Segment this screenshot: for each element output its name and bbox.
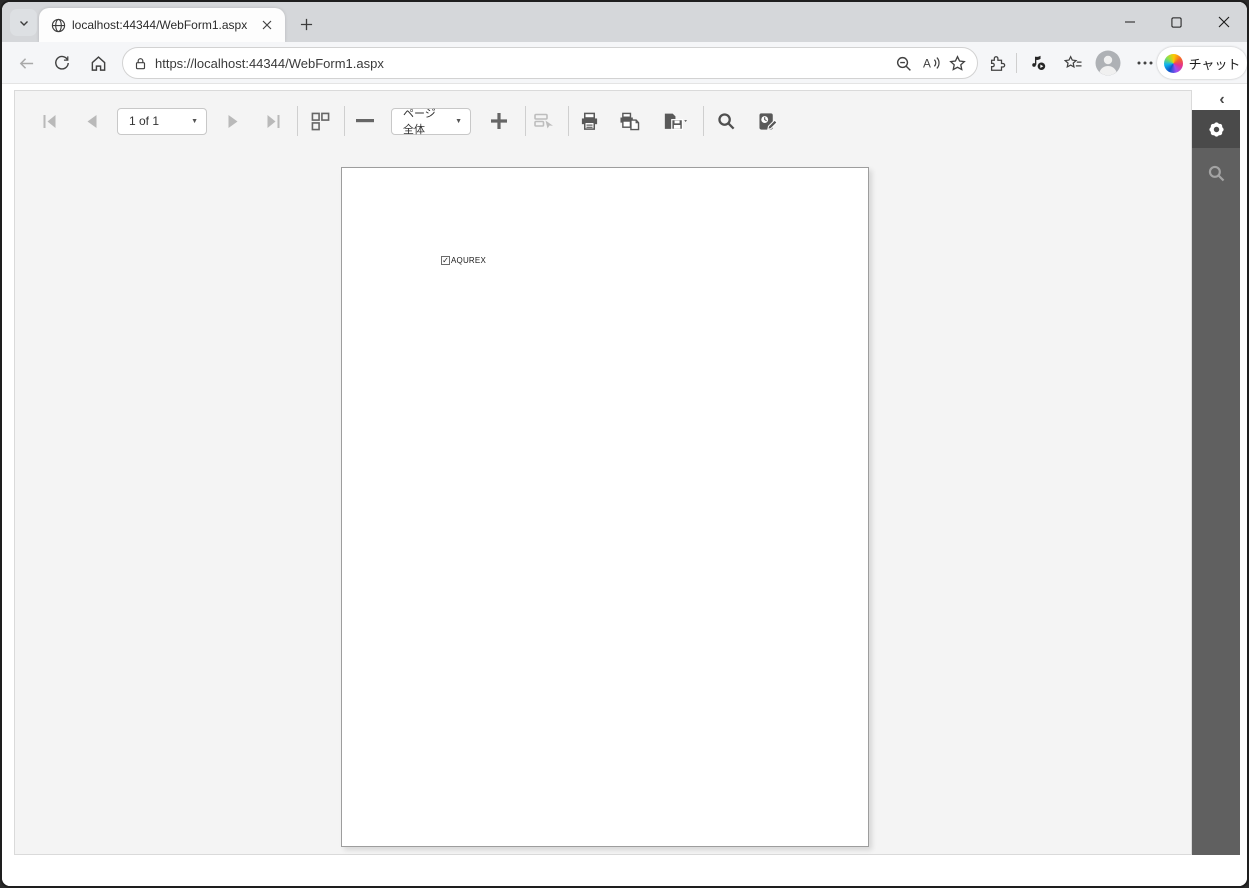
print-button[interactable] <box>577 109 601 133</box>
chevron-down-icon <box>18 17 30 29</box>
select-cursor-icon <box>534 112 554 130</box>
toolbar-separator <box>568 106 569 136</box>
minimize-button[interactable] <box>1106 2 1153 42</box>
zoom-mode-value: ページ全体 <box>403 108 436 136</box>
checkbox-checked-icon: ✓ <box>441 256 450 265</box>
printer-icon <box>580 112 599 131</box>
previous-page-button[interactable] <box>79 109 103 133</box>
refresh-button[interactable] <box>48 49 76 77</box>
close-window-button[interactable] <box>1200 2 1247 42</box>
report-field-row: ✓ AQUREX <box>441 256 486 265</box>
back-button[interactable] <box>12 49 40 77</box>
printer-page-icon <box>619 112 640 131</box>
svg-text:A: A <box>922 57 930 71</box>
zoom-mode-dropdown[interactable]: ページ全体 ▼ <box>391 107 471 136</box>
puzzle-icon <box>988 54 1006 72</box>
toolbar-separator <box>703 106 704 136</box>
window-controls <box>1106 2 1247 42</box>
toolbar-separator <box>344 106 345 136</box>
page-content: 1 of 1 ▼ ページ全体 ▼ ✓ AQUREX ‹ <box>2 84 1247 886</box>
page-number-dropdown[interactable]: 1 of 1 ▼ <box>117 107 207 135</box>
viewer-sidebar <box>1192 110 1240 855</box>
first-page-button[interactable] <box>37 109 61 133</box>
settings-menu-button[interactable] <box>1131 49 1159 77</box>
magnifier-minus-icon <box>895 55 912 72</box>
search-icon <box>717 112 736 131</box>
last-page-button[interactable] <box>261 109 285 133</box>
sidebar-item-search[interactable] <box>1192 154 1240 192</box>
media-controls-button[interactable] <box>1024 49 1052 77</box>
next-page-button[interactable] <box>221 109 245 133</box>
copilot-chat-button[interactable]: チャット <box>1157 47 1247 79</box>
tab-title: localhost:44344/WebForm1.aspx <box>72 18 248 32</box>
profile-button[interactable] <box>1094 49 1122 77</box>
zoom-out-button[interactable] <box>353 109 377 133</box>
favorites-button[interactable] <box>1059 49 1087 77</box>
address-bar: https://localhost:44344/WebForm1.aspx A <box>2 42 1247 84</box>
sidebar-item-settings[interactable] <box>1192 110 1240 148</box>
search-icon <box>1207 164 1226 183</box>
tab-actions-menu-button[interactable] <box>10 9 37 36</box>
parameters-edit-button[interactable] <box>756 109 780 133</box>
copilot-icon <box>1163 53 1183 73</box>
more-horizontal-icon <box>1137 61 1153 65</box>
next-page-icon <box>227 114 240 129</box>
url-field[interactable]: https://localhost:44344/WebForm1.aspx A <box>122 47 978 79</box>
sidebar-collapse-button[interactable]: ‹ <box>1211 89 1233 111</box>
caret-down-icon: ▼ <box>455 117 462 125</box>
report-viewer-toolbar: 1 of 1 ▼ ページ全体 ▼ <box>37 103 780 139</box>
toolbar-divider <box>1016 53 1017 73</box>
titlebar: localhost:44344/WebForm1.aspx <box>2 2 1247 42</box>
active-tab[interactable]: localhost:44344/WebForm1.aspx <box>39 8 285 42</box>
report-viewer: 1 of 1 ▼ ページ全体 ▼ ✓ AQUREX <box>14 90 1192 855</box>
toolbar-separator <box>297 106 298 136</box>
first-page-icon <box>41 114 58 129</box>
music-note-play-icon <box>1029 54 1047 72</box>
report-page: ✓ AQUREX <box>341 167 869 847</box>
new-tab-button[interactable] <box>294 12 318 36</box>
extensions-button[interactable] <box>983 49 1011 77</box>
browser-window: localhost:44344/WebForm1.aspx https://lo… <box>0 0 1249 888</box>
caret-down-icon: ▼ <box>191 117 198 125</box>
select-tool-button[interactable] <box>532 109 556 133</box>
search-button[interactable] <box>714 109 738 133</box>
previous-page-icon <box>85 114 98 129</box>
toolbar-separator <box>525 106 526 136</box>
avatar-icon <box>1095 50 1121 76</box>
minus-icon <box>356 119 374 123</box>
favorite-this-page-button[interactable] <box>944 50 971 77</box>
multi-page-view-button[interactable] <box>308 109 332 133</box>
read-aloud-icon: A <box>922 55 940 71</box>
lock-icon <box>133 56 148 71</box>
zoom-in-button[interactable] <box>487 109 511 133</box>
plus-icon <box>490 112 508 130</box>
print-page-setup-button[interactable] <box>617 109 641 133</box>
export-save-icon <box>663 112 687 131</box>
globe-icon <box>51 18 66 33</box>
document-edit-icon <box>758 112 779 131</box>
page-indicator: 1 of 1 <box>129 114 160 128</box>
star-icon <box>949 54 966 72</box>
url-text: https://localhost:44344/WebForm1.aspx <box>155 55 384 71</box>
home-button[interactable] <box>84 49 112 77</box>
last-page-icon <box>265 114 282 129</box>
export-button[interactable] <box>659 109 691 133</box>
read-aloud-button[interactable]: A <box>917 50 944 77</box>
report-field-label: AQUREX <box>451 256 486 265</box>
zoom-out-page-button[interactable] <box>890 50 917 77</box>
tab-close-button[interactable] <box>257 15 277 35</box>
star-lines-icon <box>1063 54 1083 72</box>
gear-icon <box>1206 119 1227 140</box>
maximize-button[interactable] <box>1153 2 1200 42</box>
copilot-label: チャット <box>1188 56 1241 72</box>
chevron-left-icon: ‹ <box>1219 91 1225 108</box>
multi-page-icon <box>311 112 330 131</box>
